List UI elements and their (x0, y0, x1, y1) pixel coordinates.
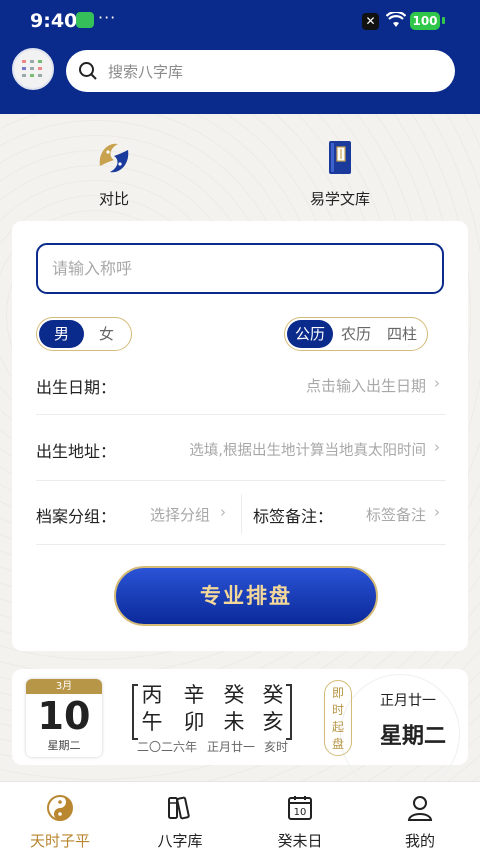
hour-stem: 癸 (262, 683, 284, 707)
birth-place-label: 出生地址： (36, 442, 117, 461)
year-branch: 午 (141, 710, 163, 734)
instant-chart-char: 起 (331, 720, 344, 734)
hour-text: 亥时 (264, 740, 289, 754)
more-notifications-icon: ··· (98, 8, 117, 27)
feature-compare-label: 对比 (98, 190, 129, 208)
professional-chart-button[interactable]: 专业排盘 (114, 566, 378, 626)
calendar-option-pillars[interactable]: 四柱 (379, 320, 425, 348)
day-number: 10 (37, 694, 91, 738)
instant-chart-button[interactable]: 即 时 起 盘 (324, 680, 352, 756)
gender-option-male[interactable]: 男 (39, 320, 84, 348)
search-bar[interactable]: 搜索八字库 (66, 50, 455, 92)
tab-label: 癸未日 (277, 832, 323, 850)
group-label: 档案分组： (36, 507, 117, 526)
wechat-notification-icon (76, 12, 94, 28)
avatar[interactable] (12, 48, 54, 90)
divider (36, 480, 446, 481)
person-icon (407, 796, 433, 821)
wifi-icon (386, 12, 406, 27)
tab-bazi-library[interactable]: 八字库 (130, 794, 230, 851)
tab-label: 我的 (404, 832, 435, 850)
name-input[interactable] (36, 243, 444, 294)
chevron-right-icon: › (434, 503, 440, 521)
tab-label: 八字库 (157, 832, 203, 850)
gender-option-female[interactable]: 女 (84, 320, 129, 348)
lunar-date: 正月廿一 (380, 693, 436, 709)
books-icon (168, 796, 190, 820)
calendar-type-selector: 公历 农历 四柱 (284, 317, 428, 351)
tab-profile[interactable]: 我的 (370, 794, 470, 851)
calendar-icon: 10 (288, 796, 312, 820)
day-branch: 未 (223, 710, 245, 734)
year-text: 二〇二六年 (137, 740, 198, 754)
feature-compare[interactable]: 对比 (54, 138, 174, 209)
fish-taiji-icon (99, 143, 129, 173)
instant-chart-char: 即 (331, 686, 344, 700)
calendar-icon-day: 10 (294, 807, 307, 818)
tab-label: 天时子平 (29, 832, 90, 850)
divider (36, 544, 446, 545)
battery-indicator: 100 (410, 12, 440, 30)
status-time: 9:40 (30, 10, 78, 32)
divider (241, 494, 242, 534)
search-placeholder: 搜索八字库 (108, 63, 184, 81)
birth-date-value: 点击输入出生日期 (305, 377, 426, 395)
day-stem: 癸 (223, 683, 245, 707)
weekday-large: 星期二 (380, 724, 447, 749)
instant-chart-char: 时 (331, 703, 344, 717)
month-tab: 3月 (26, 679, 102, 694)
hour-branch: 亥 (262, 710, 284, 734)
year-stem: 丙 (141, 683, 163, 707)
gender-selector: 男 女 (36, 317, 132, 351)
weekday-small: 星期二 (47, 739, 81, 752)
tab-tianshi-ziping[interactable]: 天时子平 (10, 794, 110, 851)
feature-library-label: 易学文库 (309, 190, 370, 208)
calendar-option-lunar[interactable]: 农历 (333, 320, 379, 348)
chevron-right-icon: › (220, 503, 226, 521)
lunar-text: 正月廿一 (207, 740, 256, 754)
month-stem: 辛 (183, 683, 205, 707)
tags-label: 标签备注： (253, 507, 334, 526)
feature-library[interactable]: 易学文库 (280, 138, 400, 209)
tags-value: 标签备注 (365, 506, 426, 524)
birth-place-value: 选填,根据出生地计算当地真太阳时间 (189, 443, 426, 459)
taiji-icon (47, 795, 73, 821)
no-sim-icon: ✕ (362, 13, 379, 30)
divider (36, 414, 446, 415)
status-bar: 9:40 ··· ✕ 100 (0, 0, 480, 44)
book-icon (329, 141, 351, 174)
chevron-right-icon: › (434, 438, 440, 456)
chevron-right-icon: › (434, 374, 440, 392)
battery-tip (442, 17, 445, 24)
month-branch: 卯 (183, 710, 205, 734)
birth-date-label: 出生日期： (36, 378, 117, 397)
instant-chart-char: 盘 (331, 737, 344, 751)
search-icon (79, 62, 97, 80)
calendar-option-solar[interactable]: 公历 (287, 320, 333, 348)
group-value: 选择分组 (149, 506, 210, 524)
tab-day-calendar[interactable]: 10 癸未日 (250, 794, 350, 851)
